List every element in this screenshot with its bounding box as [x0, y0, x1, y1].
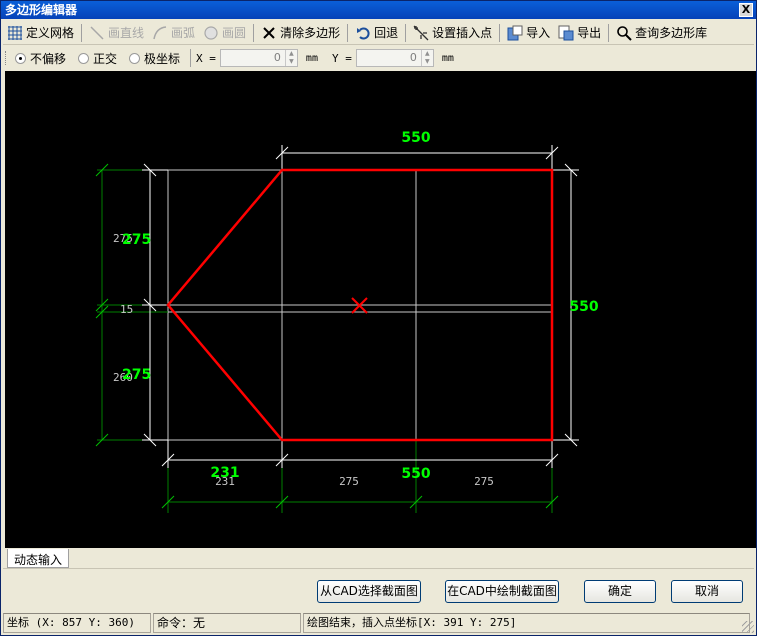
y-label: Y =: [331, 51, 352, 65]
ok-button[interactable]: 确定: [584, 580, 656, 603]
toolbar-separator: [499, 23, 501, 42]
define-grid-button[interactable]: 定义网格: [3, 22, 78, 44]
draw-arc-button[interactable]: 画弧: [148, 22, 199, 44]
dim-bottom-seg3: 275: [474, 475, 494, 488]
cancel-button[interactable]: 取消: [671, 580, 743, 603]
export-button[interactable]: 导出: [554, 22, 605, 44]
query-polygon-lib-label: 查询多边形库: [635, 26, 708, 40]
polar-label: 极坐标: [144, 51, 181, 66]
no-offset-radio[interactable]: 不偏移: [15, 50, 66, 67]
x-unit: mm: [305, 52, 318, 64]
orthogonal-radio[interactable]: 正交: [78, 50, 117, 67]
draw-circle-button[interactable]: 画圆: [199, 22, 250, 44]
status-bar: 坐标 (X: 857 Y: 360) 命令：无 绘图结束，插入点坐标[X: 39…: [3, 613, 754, 633]
import-button[interactable]: 导入: [503, 22, 554, 44]
export-icon: [558, 25, 574, 40]
undo-button[interactable]: 回退: [351, 22, 402, 44]
drawing-canvas[interactable]: 550 550 550 231 231 275 275 275 275 15 2…: [5, 71, 756, 548]
close-button[interactable]: X: [739, 3, 753, 17]
arc-icon: [153, 25, 167, 39]
toolbar-separator: [190, 49, 192, 67]
undo-icon: [357, 27, 370, 39]
polar-radio[interactable]: 极坐标: [129, 50, 180, 67]
undo-label: 回退: [374, 26, 399, 40]
green-tick-marks: [95, 163, 559, 509]
import-icon: [507, 25, 523, 40]
y-spin-arrows[interactable]: ▲ ▼: [420, 50, 433, 66]
status-command: 命令：无: [153, 613, 301, 633]
grip-handle: [5, 51, 7, 65]
draw-circle-label: 画圆: [222, 26, 247, 40]
set-insert-point-label: 设置插入点: [432, 26, 493, 40]
status-coords: 坐标 (X: 857 Y: 360): [3, 613, 151, 633]
export-label: 导出: [577, 26, 602, 40]
window-title: 多边形编辑器: [5, 3, 78, 17]
main-toolbar: 定义网格 画直线 画弧 画圆 清除多边形 回退 设置插入点 导入 导出 查询多边…: [3, 21, 754, 45]
title-bar: 多边形编辑器 X: [1, 1, 756, 19]
dim-bottom-main: 550: [401, 466, 430, 482]
dim-left-upper-green: 275: [122, 232, 151, 248]
select-from-cad-button[interactable]: 从CAD选择截面图: [317, 580, 421, 603]
y-input[interactable]: 0 ▲ ▼: [355, 49, 434, 67]
dim-bottom-seg1: 231: [215, 475, 235, 488]
search-icon: [617, 25, 632, 41]
toolbar-separator: [347, 23, 349, 42]
x-input-value: 0: [273, 51, 281, 64]
status-message: 绘图结束，插入点坐标[X: 391 Y: 275]: [303, 613, 750, 633]
no-offset-label: 不偏移: [30, 51, 67, 66]
toolbar-separator: [81, 23, 83, 42]
x-input[interactable]: 0 ▲ ▼: [219, 49, 298, 67]
tab-dynamic-input[interactable]: 动态输入: [7, 549, 70, 568]
toolbar-separator: [608, 23, 610, 42]
orthogonal-label: 正交: [93, 51, 118, 66]
draw-line-button[interactable]: 画直线: [85, 22, 148, 44]
draw-in-cad-button[interactable]: 在CAD中绘制截面图: [445, 580, 559, 603]
y-unit: mm: [441, 52, 454, 64]
clear-polygon-button[interactable]: 清除多边形: [257, 22, 344, 44]
query-polygon-lib-button[interactable]: 查询多边形库: [612, 22, 711, 44]
dim-top: 550: [401, 130, 430, 146]
drawing-svg: 550 550 550 231 231 275 275 275 275 15 2…: [95, 130, 599, 513]
clear-x-icon: [263, 26, 275, 39]
resize-grip[interactable]: [742, 621, 754, 633]
green-extension-lines: [97, 169, 553, 513]
polygon-editor-window: 多边形编辑器 X 定义网格 画直线 画弧 画圆 清除多边形 回退 设置插入点 导…: [0, 0, 757, 636]
toolbar-separator: [253, 23, 255, 42]
line-icon: [90, 25, 104, 40]
grid-icon: [8, 25, 22, 40]
dim-left-mid: 15: [120, 303, 133, 316]
radio-selected-indicator: [15, 52, 26, 64]
draw-line-label: 画直线: [108, 26, 145, 40]
clear-polygon-label: 清除多边形: [280, 26, 341, 40]
tab-bar: 动态输入: [3, 549, 754, 569]
dim-bottom-seg2: 275: [339, 475, 359, 488]
dim-right: 550: [569, 299, 598, 315]
toolbar-separator: [405, 23, 407, 42]
radio-indicator: [78, 52, 90, 64]
radio-indicator: [129, 52, 141, 64]
x-spin-arrows[interactable]: ▲ ▼: [284, 50, 297, 66]
y-input-value: 0: [409, 51, 417, 64]
draw-arc-label: 画弧: [171, 26, 196, 40]
set-insert-point-button[interactable]: 设置插入点: [409, 22, 496, 44]
insert-point-icon: [413, 25, 429, 40]
options-toolbar: 不偏移 正交 极坐标 X = 0 ▲ ▼ mm Y = 0 ▲ ▼ mm: [3, 47, 754, 69]
define-grid-label: 定义网格: [26, 26, 75, 40]
circle-icon: [204, 25, 218, 40]
import-label: 导入: [526, 26, 551, 40]
x-label: X =: [196, 51, 216, 65]
dim-left-lower-green: 275: [122, 367, 151, 383]
